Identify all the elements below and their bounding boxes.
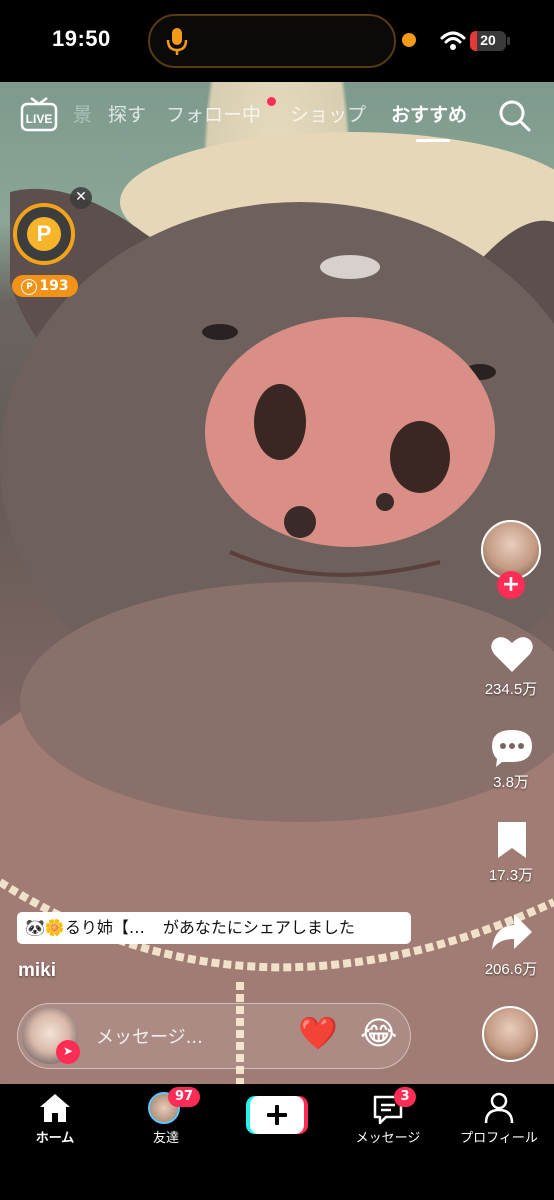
create-plus-button[interactable] xyxy=(246,1096,308,1134)
tab-friends-label[interactable]: 友達 xyxy=(111,1127,221,1146)
tab-explore[interactable]: 探す xyxy=(108,100,146,127)
music-disc-avatar[interactable] xyxy=(482,1006,538,1062)
comment-count: 3.8万 xyxy=(493,774,529,791)
search-icon[interactable] xyxy=(498,99,532,133)
profile-icon[interactable] xyxy=(484,1092,514,1124)
battery-percent: 20 xyxy=(480,32,496,48)
status-time: 19:50 xyxy=(52,26,111,51)
battery-icon: 20 xyxy=(470,31,506,51)
message-input[interactable]: メッセージ... xyxy=(96,1023,203,1049)
coin-reward-widget[interactable]: P xyxy=(13,203,75,265)
close-icon[interactable]: ✕ xyxy=(70,187,92,209)
dynamic-island xyxy=(148,14,396,68)
tab-partial[interactable]: 景 xyxy=(73,100,92,127)
tab-home-label[interactable]: ホーム xyxy=(0,1127,110,1146)
heart-icon[interactable] xyxy=(490,634,534,674)
tab-shop[interactable]: ショップ xyxy=(290,100,366,127)
message-badge: 3 xyxy=(394,1087,416,1107)
privacy-indicator-dot xyxy=(402,33,416,47)
creator-username[interactable]: miki xyxy=(18,960,56,982)
coin-count-badge: P 193 xyxy=(12,275,78,297)
comment-icon[interactable] xyxy=(490,728,534,768)
friends-badge: 97 xyxy=(168,1087,200,1107)
share-sender: 🐼🌼るり姉【… xyxy=(25,918,145,937)
bookmark-icon[interactable] xyxy=(496,820,528,860)
share-notification[interactable]: 🐼🌼るり姉【… があなたにシェアしました xyxy=(17,912,411,944)
share-icon[interactable] xyxy=(490,912,534,952)
bookmark-count: 17.3万 xyxy=(488,867,534,884)
tab-for-you[interactable]: おすすめ xyxy=(391,100,467,127)
like-count: 234.5万 xyxy=(484,681,538,698)
coin-count: 193 xyxy=(39,278,69,294)
live-label: LIVE xyxy=(26,112,53,126)
live-icon[interactable]: LIVE xyxy=(20,96,58,132)
battery-tip xyxy=(507,37,510,45)
coin-icon: P xyxy=(27,217,61,251)
heart-emoji-button[interactable]: ❤️ xyxy=(298,1014,338,1052)
send-icon: ➤ xyxy=(56,1040,80,1064)
home-icon[interactable] xyxy=(38,1092,72,1124)
tab-messages-label[interactable]: メッセージ xyxy=(333,1127,443,1146)
microphone-icon xyxy=(166,28,188,55)
share-count: 206.6万 xyxy=(484,961,538,978)
tab-following[interactable]: フォロー中 xyxy=(166,100,261,127)
active-tab-indicator xyxy=(416,139,450,142)
following-notification-dot xyxy=(267,97,276,106)
follow-plus-button[interactable]: + xyxy=(497,571,525,599)
tab-profile-label[interactable]: プロフィール xyxy=(444,1127,554,1146)
wifi-icon xyxy=(440,31,466,50)
laugh-emoji-button[interactable]: 😂 xyxy=(360,1014,397,1052)
share-message: があなたにシェアしました xyxy=(162,918,355,937)
coin-mini-icon: P xyxy=(21,279,38,295)
